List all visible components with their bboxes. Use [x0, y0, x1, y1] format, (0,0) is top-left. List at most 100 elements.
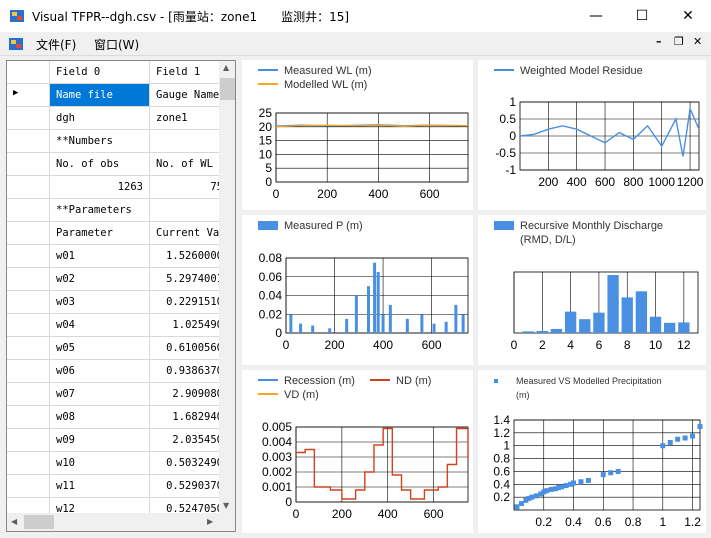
grid-cell[interactable]: 0.5247050	[150, 498, 219, 513]
grid-cell[interactable]: zone1	[150, 107, 219, 129]
row-header[interactable]	[7, 107, 50, 129]
table-row[interactable]: w04 1.025490	[7, 314, 219, 337]
table-row[interactable]: w10 0.5032490	[7, 452, 219, 475]
scroll-down-icon[interactable]: ▼	[223, 501, 229, 510]
horizontal-scrollbar[interactable]: ◀ ▶	[7, 513, 219, 531]
grid-cell[interactable]: No. of WL	[150, 153, 219, 175]
grid-cell[interactable]	[150, 130, 219, 152]
table-row[interactable]: dgh zone1	[7, 107, 219, 130]
mdi-minimize-button[interactable]: –	[656, 35, 662, 48]
grid-cell[interactable]: w07	[50, 383, 150, 405]
grid-cell[interactable]: **Parameters	[50, 199, 150, 221]
grid-cell[interactable]: Current Va	[150, 222, 219, 244]
table-row[interactable]: ▶ Name file Gauge Name	[7, 84, 219, 107]
row-header[interactable]	[7, 452, 50, 474]
grid-cell[interactable]: w10	[50, 452, 150, 474]
row-header[interactable]	[7, 337, 50, 359]
table-row[interactable]: w12 0.5247050	[7, 498, 219, 513]
row-header[interactable]	[7, 153, 50, 175]
column-header-field1[interactable]: Field 1	[150, 61, 219, 83]
grid-cell[interactable]: 0.5032490	[150, 452, 219, 474]
grid-cell[interactable]: w03	[50, 291, 150, 313]
table-row[interactable]: w08 1.682940	[7, 406, 219, 429]
row-header[interactable]	[7, 291, 50, 313]
column-header-field0[interactable]: Field 0	[50, 61, 150, 83]
grid-cell[interactable]: w04	[50, 314, 150, 336]
mdi-restore-button[interactable]: ❐	[674, 35, 684, 48]
mdi-child-icon[interactable]	[8, 36, 24, 52]
table-row[interactable]: w06 0.9386370	[7, 360, 219, 383]
grid-cell[interactable]: w11	[50, 475, 150, 497]
grid-cell[interactable]: w09	[50, 429, 150, 451]
scroll-up-icon[interactable]: ▲	[223, 63, 229, 72]
data-grid[interactable]: Field 0 Field 1 ▶ Name file Gauge Name dgh z…	[6, 60, 236, 532]
mdi-close-button[interactable]: ✕	[693, 35, 702, 48]
grid-cell[interactable]: w05	[50, 337, 150, 359]
row-header[interactable]	[7, 245, 50, 267]
grid-cell[interactable]: **Numbers	[50, 130, 150, 152]
menu-file[interactable]: 文件(F)	[36, 36, 76, 53]
table-row[interactable]: 126375	[7, 176, 219, 199]
row-header[interactable]	[7, 475, 50, 497]
vertical-scrollbar[interactable]: ▲ ▼	[219, 61, 235, 513]
table-row[interactable]: w03 0.2291510	[7, 291, 219, 314]
grid-cell[interactable]: w06	[50, 360, 150, 382]
grid-cell[interactable]: Name file	[50, 84, 150, 106]
menu-window[interactable]: 窗口(W)	[94, 36, 139, 53]
row-header[interactable]	[7, 176, 50, 198]
table-row[interactable]: w09 2.035450	[7, 429, 219, 452]
maximize-button[interactable]: ☐	[619, 0, 665, 32]
row-header[interactable]	[7, 429, 50, 451]
grid-cell[interactable]: 0.2291510	[150, 291, 219, 313]
table-row[interactable]: No. of obs No. of WL	[7, 153, 219, 176]
grid-cell[interactable]: 5.2974001	[150, 268, 219, 290]
grid-cell[interactable]: w01	[50, 245, 150, 267]
scroll-left-icon[interactable]: ◀	[11, 517, 17, 526]
grid-cell[interactable]: w08	[50, 406, 150, 428]
grid-cell[interactable]: Parameter	[50, 222, 150, 244]
row-header[interactable]	[7, 130, 50, 152]
grid-cell[interactable]: 0.6100560	[150, 337, 219, 359]
grid-cell[interactable]: 0.5290370	[150, 475, 219, 497]
row-header[interactable]	[7, 199, 50, 221]
horizontal-scroll-thumb[interactable]	[24, 515, 54, 529]
row-header[interactable]	[7, 360, 50, 382]
grid-cell[interactable]: 1.025490	[150, 314, 219, 336]
row-header[interactable]	[7, 406, 50, 428]
row-header[interactable]: ▶	[7, 84, 50, 106]
table-row[interactable]: w02 5.2974001	[7, 268, 219, 291]
table-row[interactable]: w11 0.5290370	[7, 475, 219, 498]
row-header[interactable]	[7, 314, 50, 336]
grid-cell[interactable]: w02	[50, 268, 150, 290]
table-row[interactable]: **Numbers	[7, 130, 219, 153]
table-row[interactable]: w07 2.909080	[7, 383, 219, 406]
table-row[interactable]: **Parameters	[7, 199, 219, 222]
grid-cell[interactable]: 1.682940	[150, 406, 219, 428]
grid-cell[interactable]: 2.035450	[150, 429, 219, 451]
table-row[interactable]: Parameter Current Va	[7, 222, 219, 245]
bar	[461, 314, 465, 333]
scatter-point	[548, 486, 554, 492]
grid-cell[interactable]: 75	[150, 176, 219, 198]
vertical-scroll-thumb[interactable]	[220, 78, 235, 100]
row-header[interactable]	[7, 383, 50, 405]
table-row[interactable]: w01 1.5260000	[7, 245, 219, 268]
bar	[678, 322, 690, 333]
grid-cell[interactable]: dgh	[50, 107, 150, 129]
close-button[interactable]: ✕	[665, 0, 711, 32]
grid-cell[interactable]: Gauge Name	[150, 84, 219, 106]
grid-cell[interactable]: w12	[50, 498, 150, 513]
legend-label: Recursive Monthly Discharge	[520, 220, 663, 232]
grid-cell[interactable]: 1263	[50, 176, 150, 198]
row-header[interactable]	[7, 268, 50, 290]
minimize-button[interactable]: —	[573, 0, 619, 32]
grid-cell[interactable]: 1.5260000	[150, 245, 219, 267]
grid-cell[interactable]: 2.909080	[150, 383, 219, 405]
row-header[interactable]	[7, 498, 50, 513]
table-row[interactable]: w05 0.6100560	[7, 337, 219, 360]
scroll-right-icon[interactable]: ▶	[207, 517, 213, 526]
row-header[interactable]	[7, 222, 50, 244]
grid-cell[interactable]: 0.9386370	[150, 360, 219, 382]
grid-cell[interactable]: No. of obs	[50, 153, 150, 175]
grid-cell[interactable]	[150, 199, 219, 221]
